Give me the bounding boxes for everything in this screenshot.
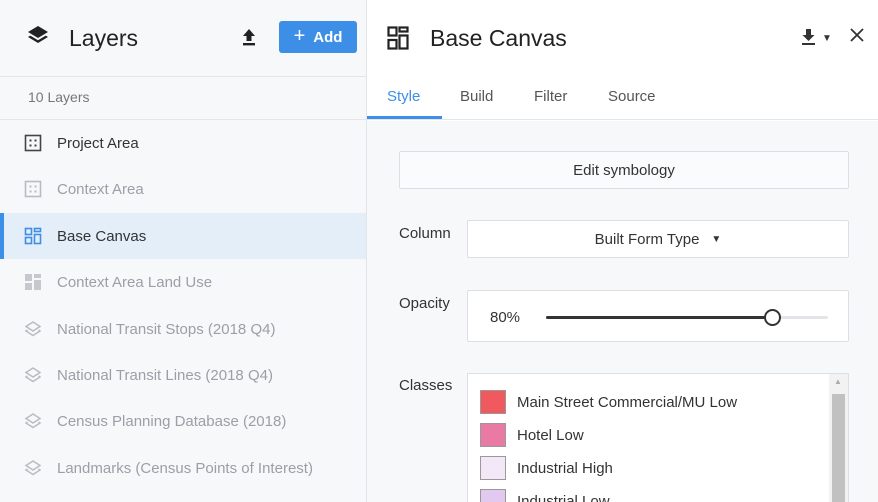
class-name: Hotel Low xyxy=(517,427,584,444)
class-name: Industrial High xyxy=(517,460,613,477)
layer-label: Census Planning Database (2018) xyxy=(57,413,287,431)
layer-item-context-area[interactable]: Context Area xyxy=(0,166,366,212)
stack-icon xyxy=(24,459,42,476)
grid-area-icon xyxy=(24,181,42,198)
color-swatch[interactable] xyxy=(480,489,506,502)
upload-icon[interactable] xyxy=(240,27,258,47)
layer-label: Context Area xyxy=(57,181,144,199)
style-tab-content: Edit symbology Column Built Form Type ▼ … xyxy=(367,121,878,502)
layer-count-row: 10 Layers xyxy=(0,76,366,120)
opacity-value: 80% xyxy=(490,309,521,326)
opacity-slider-thumb[interactable] xyxy=(763,309,781,326)
active-tab-indicator xyxy=(367,116,442,119)
scrollbar-thumb[interactable] xyxy=(832,394,845,502)
layer-label: National Transit Stops (2018 Q4) xyxy=(57,320,276,338)
add-layer-button[interactable]: + Add xyxy=(279,21,357,53)
stack-icon xyxy=(24,367,42,383)
layer-detail-panel: Base Canvas ▼ Style Build Filter Source … xyxy=(367,0,878,502)
plus-icon: + xyxy=(293,25,306,47)
layer-item-project-area[interactable]: Project Area xyxy=(0,120,366,166)
stack-icon xyxy=(24,413,42,429)
opacity-slider-fill xyxy=(546,316,772,319)
layer-item-context-area-land-use[interactable]: Context Area Land Use xyxy=(0,259,366,305)
classes-scrollbar[interactable]: ▲ xyxy=(829,374,848,502)
close-icon[interactable] xyxy=(849,27,865,43)
layers-title: Layers xyxy=(69,25,139,51)
layer-label: Project Area xyxy=(57,135,139,152)
download-icon[interactable] xyxy=(800,28,817,46)
tab-bar: Style Build Filter Source xyxy=(367,76,878,120)
stack-icon xyxy=(24,320,42,336)
layer-label: National Transit Lines (2018 Q4) xyxy=(57,366,273,384)
layer-list: Project Area Context Area Base Canvas Co… xyxy=(0,120,366,491)
layers-panel: Layers + Add 10 Layers Project Area Cont… xyxy=(0,0,367,502)
tab-build[interactable]: Build xyxy=(460,88,493,105)
layer-item-transit-lines[interactable]: National Transit Lines (2018 Q4) xyxy=(0,352,366,398)
color-swatch[interactable] xyxy=(480,390,506,414)
chevron-down-icon[interactable]: ▼ xyxy=(822,33,832,44)
tab-source[interactable]: Source xyxy=(608,88,656,105)
layer-item-census-planning[interactable]: Census Planning Database (2018) xyxy=(0,398,366,444)
layer-label: Landmarks (Census Points of Interest) xyxy=(57,459,313,477)
add-button-label: Add xyxy=(313,28,343,46)
layer-item-base-canvas[interactable]: Base Canvas xyxy=(0,212,366,260)
canvas-grid-icon xyxy=(24,227,42,245)
column-select-value: Built Form Type xyxy=(594,230,700,248)
color-swatch[interactable] xyxy=(480,456,506,480)
canvas-grid-icon xyxy=(387,26,409,50)
class-name: Main Street Commercial/MU Low xyxy=(517,394,738,411)
layers-stack-icon xyxy=(28,26,48,43)
layer-label: Base Canvas xyxy=(57,227,147,245)
column-select[interactable]: Built Form Type ▼ xyxy=(467,220,849,258)
chevron-down-icon: ▼ xyxy=(711,233,722,245)
grid-area-icon xyxy=(24,134,42,152)
layer-label: Context Area Land Use xyxy=(57,274,213,292)
color-swatch[interactable] xyxy=(480,423,506,447)
layer-count: 10 Layers xyxy=(28,89,90,105)
panel-title: Base Canvas xyxy=(430,25,567,51)
classes-list: Main Street Commercial/MU Low Hotel Low … xyxy=(467,373,849,502)
edit-symbology-button[interactable]: Edit symbology xyxy=(399,151,849,189)
tab-filter[interactable]: Filter xyxy=(534,88,567,105)
opacity-control: 80% xyxy=(467,290,849,342)
scroll-up-arrow-icon[interactable]: ▲ xyxy=(834,377,842,386)
opacity-label: Opacity xyxy=(399,295,450,312)
column-label: Column xyxy=(399,225,451,242)
layer-item-landmarks[interactable]: Landmarks (Census Points of Interest) xyxy=(0,445,366,491)
class-name: Industrial Low xyxy=(517,493,610,502)
opacity-slider[interactable] xyxy=(546,309,828,326)
tiles-icon xyxy=(25,274,41,291)
layers-header: Layers + Add xyxy=(0,0,366,76)
tab-style[interactable]: Style xyxy=(387,88,420,105)
layer-item-transit-stops[interactable]: National Transit Stops (2018 Q4) xyxy=(0,306,366,352)
classes-label: Classes xyxy=(399,377,453,394)
